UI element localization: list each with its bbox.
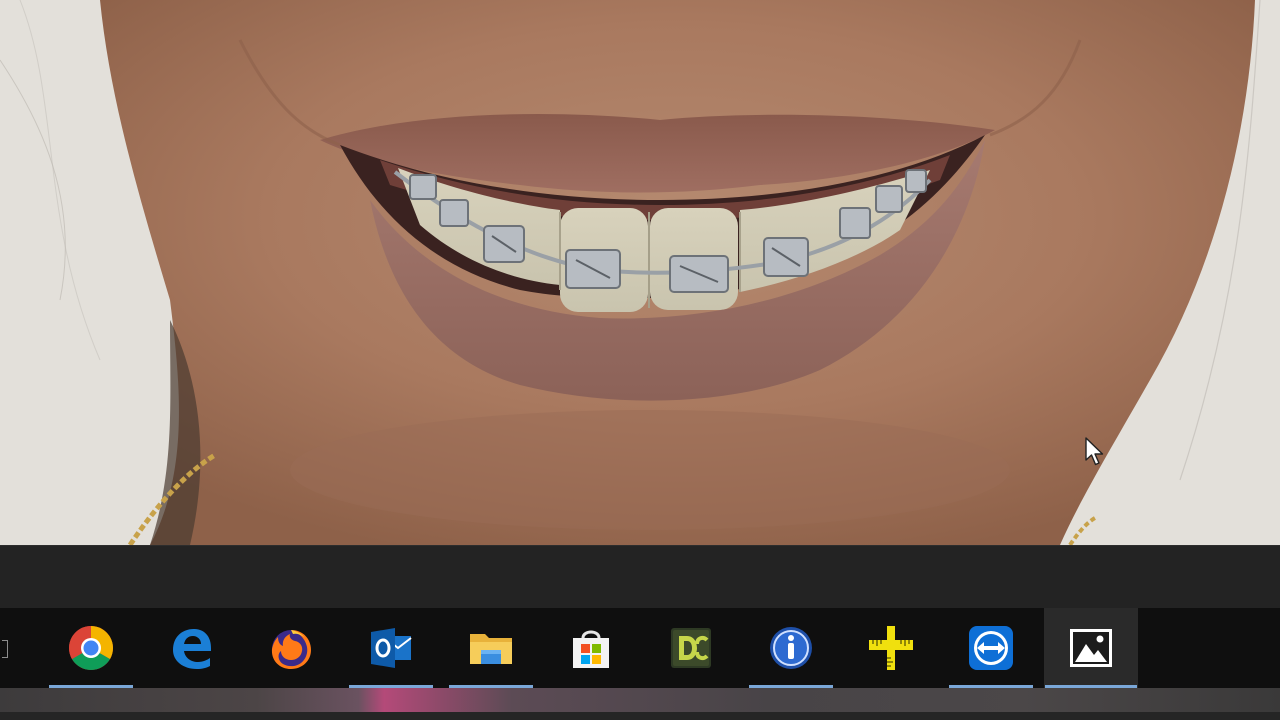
screen [0, 0, 1280, 720]
outlook-icon [371, 628, 412, 668]
second-screen-taskbar [0, 712, 1280, 720]
photos-icon [1070, 629, 1112, 667]
taskbar-item-teamviewer[interactable] [948, 608, 1034, 688]
dc-app-icon [671, 628, 711, 668]
task-view-icon [2, 640, 8, 658]
taskbar-item-dc-app[interactable] [648, 608, 734, 688]
photo-viewer-canvas[interactable] [0, 0, 1280, 545]
taskbar-item-file-explorer[interactable] [448, 608, 534, 688]
mouse-cursor-icon [1085, 437, 1104, 466]
firefox-icon [271, 630, 311, 669]
edge-icon [173, 629, 211, 669]
microsoft-store-icon [573, 630, 609, 668]
taskbar-item-chrome[interactable] [48, 608, 134, 688]
taskbar-item-photos[interactable] [1044, 608, 1138, 688]
taskbar-item-firefox[interactable] [248, 608, 334, 688]
taskbar-item-info-app[interactable] [748, 608, 834, 688]
viewer-bottom-bar [0, 545, 1280, 609]
chrome-icon [69, 626, 113, 670]
info-app-icon [770, 627, 812, 669]
taskbar [0, 608, 1280, 688]
taskbar-item-ruler-app[interactable] [848, 608, 934, 688]
taskbar-item-outlook[interactable] [348, 608, 434, 688]
second-screen-peek [0, 688, 1280, 720]
file-explorer-icon [470, 634, 512, 664]
task-view-edge[interactable] [0, 638, 10, 660]
teamviewer-icon [969, 626, 1013, 670]
ruler-app-icon [869, 626, 913, 670]
taskbar-item-edge[interactable] [148, 608, 234, 688]
taskbar-item-store[interactable] [548, 608, 634, 688]
